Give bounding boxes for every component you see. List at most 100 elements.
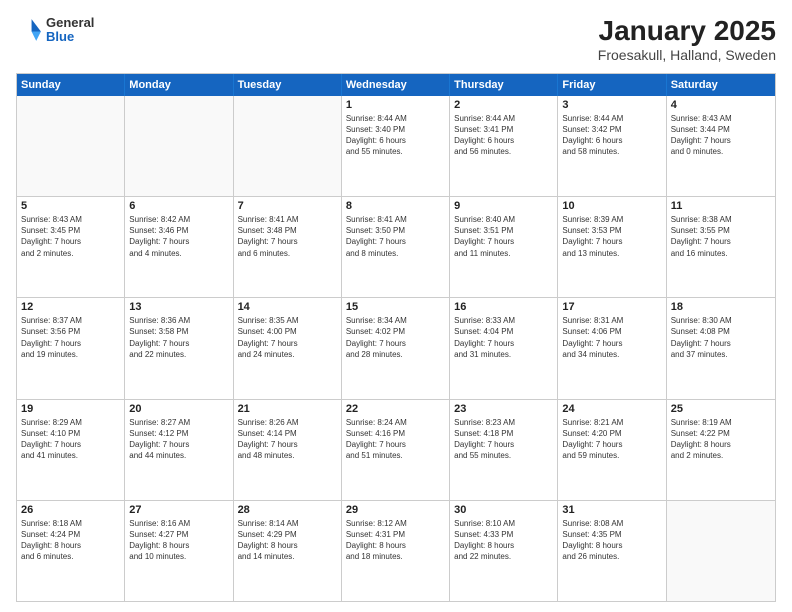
day-number: 6	[129, 200, 228, 212]
cell-text: Sunrise: 8:42 AM Sunset: 3:46 PM Dayligh…	[129, 214, 228, 259]
calendar-cell-3-4: 23Sunrise: 8:23 AM Sunset: 4:18 PM Dayli…	[450, 400, 558, 500]
calendar-cell-0-1	[125, 96, 233, 196]
day-number: 31	[562, 504, 661, 516]
cell-text: Sunrise: 8:35 AM Sunset: 4:00 PM Dayligh…	[238, 315, 337, 360]
day-number: 23	[454, 403, 553, 415]
calendar-cell-2-5: 17Sunrise: 8:31 AM Sunset: 4:06 PM Dayli…	[558, 298, 666, 398]
calendar-cell-4-3: 29Sunrise: 8:12 AM Sunset: 4:31 PM Dayli…	[342, 501, 450, 601]
calendar-cell-0-3: 1 Sunrise: 8:44 AM Sunset: 3:40 PM Daylig…	[342, 96, 450, 196]
day-number: 16	[454, 301, 553, 313]
title-block: January 2025 Froesakull, Halland, Sweden	[598, 16, 776, 63]
day-number: 11	[671, 200, 771, 212]
cell-text: Sunrise: 8:21 AM Sunset: 4:20 PM Dayligh…	[562, 417, 661, 462]
calendar-cell-3-5: 24Sunrise: 8:21 AM Sunset: 4:20 PM Dayli…	[558, 400, 666, 500]
calendar-cell-0-5: 3Sunrise: 8:44 AM Sunset: 3:42 PM Daylig…	[558, 96, 666, 196]
calendar-cell-4-0: 26 Sunrise: 8:18 AM Sunset: 4:24 PM Dayli…	[17, 501, 125, 601]
day-number: 1	[346, 99, 445, 111]
calendar-cell-1-0: 5 Sunrise: 8:43 AM Sunset: 3:45 PM Daylig…	[17, 197, 125, 297]
day-number: 29	[346, 504, 445, 516]
day-number: 30	[454, 504, 553, 516]
cell-text: Sunrise: 8:30 AM Sunset: 4:08 PM Dayligh…	[671, 315, 771, 360]
logo-blue: Blue	[46, 30, 94, 44]
calendar-cell-4-1: 27Sunrise: 8:16 AM Sunset: 4:27 PM Dayli…	[125, 501, 233, 601]
cell-text: Sunrise: 8:18 AM Sunset: 4:24 PM Dayligh…	[21, 518, 120, 563]
cell-text: Sunrise: 8:44 AM Sunset: 3:40 PM Dayligh…	[346, 113, 445, 158]
cell-text: Sunrise: 8:24 AM Sunset: 4:16 PM Dayligh…	[346, 417, 445, 462]
cell-text: Sunrise: 8:37 AM Sunset: 3:56 PM Dayligh…	[21, 315, 120, 360]
day-number: 22	[346, 403, 445, 415]
day-number: 3	[562, 99, 661, 111]
calendar-row-2: 12 Sunrise: 8:37 AM Sunset: 3:56 PM Dayli…	[17, 297, 775, 398]
calendar-cell-3-6: 25 Sunrise: 8:19 AM Sunset: 4:22 PM Dayli…	[667, 400, 775, 500]
weekday-header-thursday: Thursday	[450, 74, 558, 96]
cell-text: Sunrise: 8:27 AM Sunset: 4:12 PM Dayligh…	[129, 417, 228, 462]
day-number: 7	[238, 200, 337, 212]
day-number: 28	[238, 504, 337, 516]
day-number: 18	[671, 301, 771, 313]
calendar-cell-4-4: 30 Sunrise: 8:10 AM Sunset: 4:33 PM Dayli…	[450, 501, 558, 601]
calendar-row-0: 1 Sunrise: 8:44 AM Sunset: 3:40 PM Daylig…	[17, 96, 775, 196]
cell-text: Sunrise: 8:40 AM Sunset: 3:51 PM Dayligh…	[454, 214, 553, 259]
calendar-cell-2-6: 18 Sunrise: 8:30 AM Sunset: 4:08 PM Dayli…	[667, 298, 775, 398]
calendar-cell-3-1: 20 Sunrise: 8:27 AM Sunset: 4:12 PM Dayli…	[125, 400, 233, 500]
logo-text: General Blue	[46, 16, 94, 45]
calendar-cell-0-2	[234, 96, 342, 196]
calendar-cell-3-2: 21Sunrise: 8:26 AM Sunset: 4:14 PM Dayli…	[234, 400, 342, 500]
cell-text: Sunrise: 8:29 AM Sunset: 4:10 PM Dayligh…	[21, 417, 120, 462]
cell-text: Sunrise: 8:26 AM Sunset: 4:14 PM Dayligh…	[238, 417, 337, 462]
calendar-cell-1-4: 9 Sunrise: 8:40 AM Sunset: 3:51 PM Daylig…	[450, 197, 558, 297]
day-number: 26	[21, 504, 120, 516]
weekday-header-monday: Monday	[125, 74, 233, 96]
calendar-cell-1-2: 7 Sunrise: 8:41 AM Sunset: 3:48 PM Daylig…	[234, 197, 342, 297]
day-number: 9	[454, 200, 553, 212]
day-number: 10	[562, 200, 661, 212]
day-number: 8	[346, 200, 445, 212]
cell-text: Sunrise: 8:31 AM Sunset: 4:06 PM Dayligh…	[562, 315, 661, 360]
page-subtitle: Froesakull, Halland, Sweden	[598, 47, 776, 63]
cell-text: Sunrise: 8:34 AM Sunset: 4:02 PM Dayligh…	[346, 315, 445, 360]
calendar-cell-2-1: 13 Sunrise: 8:36 AM Sunset: 3:58 PM Dayli…	[125, 298, 233, 398]
cell-text: Sunrise: 8:43 AM Sunset: 3:44 PM Dayligh…	[671, 113, 771, 158]
day-number: 14	[238, 301, 337, 313]
weekday-header-friday: Friday	[558, 74, 666, 96]
day-number: 13	[129, 301, 228, 313]
calendar-cell-3-3: 22 Sunrise: 8:24 AM Sunset: 4:16 PM Dayli…	[342, 400, 450, 500]
calendar-header: SundayMondayTuesdayWednesdayThursdayFrid…	[17, 74, 775, 96]
cell-text: Sunrise: 8:43 AM Sunset: 3:45 PM Dayligh…	[21, 214, 120, 259]
cell-text: Sunrise: 8:41 AM Sunset: 3:48 PM Dayligh…	[238, 214, 337, 259]
calendar-body: 1 Sunrise: 8:44 AM Sunset: 3:40 PM Daylig…	[17, 96, 775, 601]
cell-text: Sunrise: 8:41 AM Sunset: 3:50 PM Dayligh…	[346, 214, 445, 259]
cell-text: Sunrise: 8:19 AM Sunset: 4:22 PM Dayligh…	[671, 417, 771, 462]
cell-text: Sunrise: 8:36 AM Sunset: 3:58 PM Dayligh…	[129, 315, 228, 360]
calendar-cell-2-2: 14 Sunrise: 8:35 AM Sunset: 4:00 PM Dayli…	[234, 298, 342, 398]
calendar-cell-1-5: 10 Sunrise: 8:39 AM Sunset: 3:53 PM Dayli…	[558, 197, 666, 297]
logo: General Blue	[16, 16, 94, 45]
cell-text: Sunrise: 8:16 AM Sunset: 4:27 PM Dayligh…	[129, 518, 228, 563]
cell-text: Sunrise: 8:39 AM Sunset: 3:53 PM Dayligh…	[562, 214, 661, 259]
cell-text: Sunrise: 8:33 AM Sunset: 4:04 PM Dayligh…	[454, 315, 553, 360]
weekday-header-wednesday: Wednesday	[342, 74, 450, 96]
weekday-header-saturday: Saturday	[667, 74, 775, 96]
calendar-cell-1-1: 6 Sunrise: 8:42 AM Sunset: 3:46 PM Daylig…	[125, 197, 233, 297]
day-number: 5	[21, 200, 120, 212]
cell-text: Sunrise: 8:44 AM Sunset: 3:41 PM Dayligh…	[454, 113, 553, 158]
calendar-cell-3-0: 19 Sunrise: 8:29 AM Sunset: 4:10 PM Dayli…	[17, 400, 125, 500]
calendar-row-3: 19 Sunrise: 8:29 AM Sunset: 4:10 PM Dayli…	[17, 399, 775, 500]
day-number: 19	[21, 403, 120, 415]
calendar-cell-2-0: 12 Sunrise: 8:37 AM Sunset: 3:56 PM Dayli…	[17, 298, 125, 398]
day-number: 20	[129, 403, 228, 415]
cell-text: Sunrise: 8:08 AM Sunset: 4:35 PM Dayligh…	[562, 518, 661, 563]
logo-general: General	[46, 16, 94, 30]
calendar-cell-0-4: 2Sunrise: 8:44 AM Sunset: 3:41 PM Daylig…	[450, 96, 558, 196]
weekday-header-tuesday: Tuesday	[234, 74, 342, 96]
calendar-cell-1-3: 8 Sunrise: 8:41 AM Sunset: 3:50 PM Daylig…	[342, 197, 450, 297]
day-number: 25	[671, 403, 771, 415]
weekday-header-sunday: Sunday	[17, 74, 125, 96]
calendar-cell-1-6: 11Sunrise: 8:38 AM Sunset: 3:55 PM Dayli…	[667, 197, 775, 297]
day-number: 4	[671, 99, 771, 111]
day-number: 12	[21, 301, 120, 313]
calendar-cell-4-6	[667, 501, 775, 601]
cell-text: Sunrise: 8:10 AM Sunset: 4:33 PM Dayligh…	[454, 518, 553, 563]
logo-icon	[16, 16, 44, 44]
calendar-cell-0-0	[17, 96, 125, 196]
